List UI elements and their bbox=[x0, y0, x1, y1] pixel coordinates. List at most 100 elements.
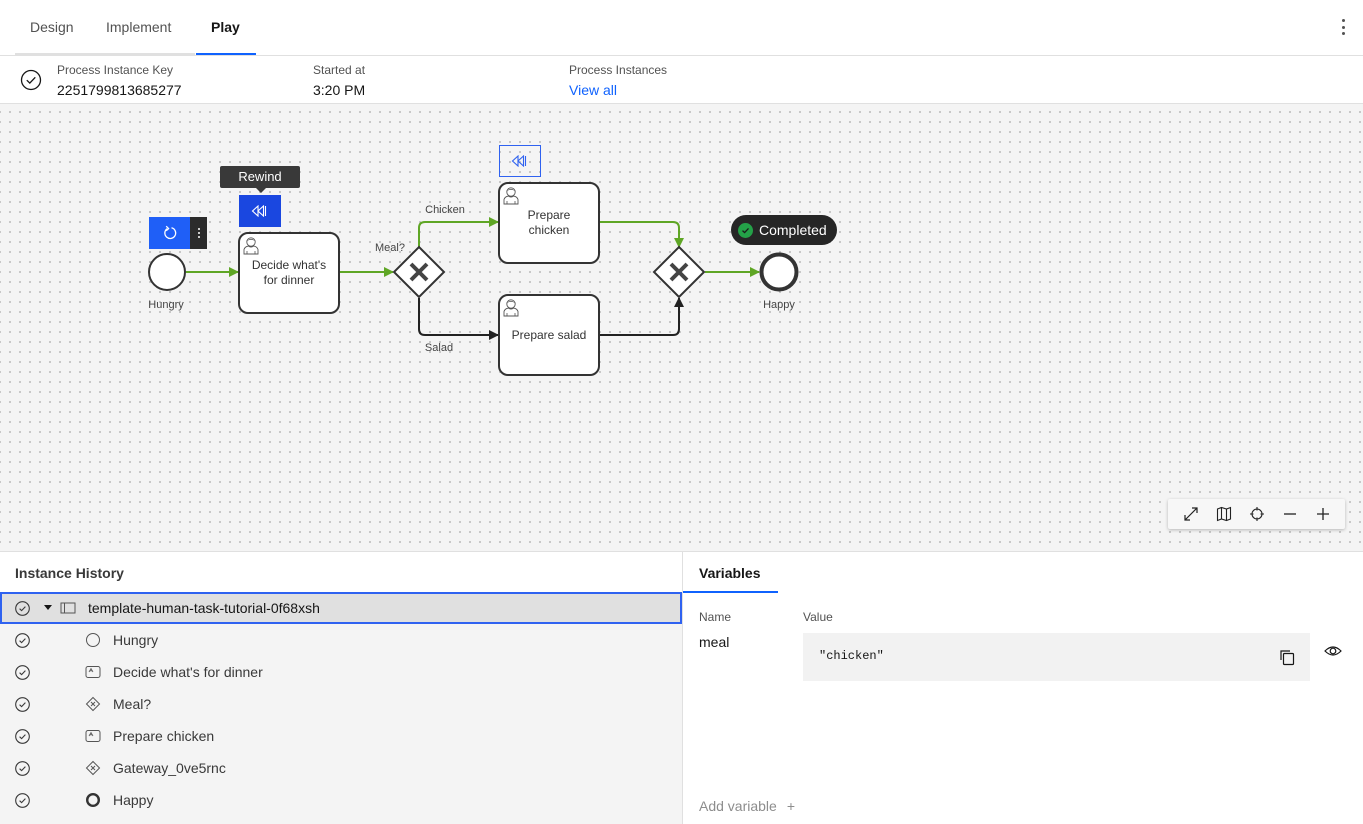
history-row[interactable]: Decide what's for dinner bbox=[0, 656, 682, 688]
rewind-tooltip: Rewind bbox=[220, 166, 300, 193]
process-instances-block: Process Instances View all bbox=[569, 62, 667, 100]
variables-name-header: Name bbox=[699, 610, 732, 624]
check-circle-filled-icon bbox=[738, 222, 753, 238]
top-tabs: Design Implement Play bbox=[0, 0, 1363, 56]
zoom-out-icon[interactable] bbox=[1278, 502, 1302, 526]
fit-screen-icon[interactable] bbox=[1179, 502, 1203, 526]
end-event[interactable]: Happy bbox=[759, 252, 799, 312]
rewind-icon bbox=[511, 155, 527, 167]
history-row[interactable]: Meal? bbox=[0, 688, 682, 720]
gateway-meal-label: Meal? bbox=[375, 242, 405, 254]
started-at-label: Started at bbox=[313, 63, 366, 77]
zoom-in-icon[interactable] bbox=[1311, 502, 1335, 526]
task-prepare-salad[interactable]: Prepare salad bbox=[498, 294, 600, 376]
canvas-zoom-controls bbox=[1168, 499, 1345, 529]
instance-key-label: Process Instance Key bbox=[57, 63, 174, 77]
check-circle-icon bbox=[15, 697, 30, 712]
more-actions-icon[interactable] bbox=[190, 217, 207, 249]
rewind-button-task1[interactable] bbox=[239, 195, 281, 227]
instance-history-list: template-human-task-tutorial-0f68xsh Hung… bbox=[0, 592, 682, 816]
history-row-label: Happy bbox=[113, 792, 154, 808]
task-prepare-chicken[interactable]: Prepare chicken bbox=[498, 182, 600, 264]
task-decide[interactable]: Decide what's for dinner bbox=[238, 232, 340, 314]
check-circle-icon bbox=[15, 601, 30, 616]
view-all-link[interactable]: View all bbox=[569, 80, 667, 100]
history-row[interactable]: Happy bbox=[0, 784, 682, 816]
flow-chicken-to-join bbox=[600, 221, 684, 248]
center-icon[interactable] bbox=[1245, 502, 1269, 526]
gateway-meal[interactable]: Meal? bbox=[375, 242, 446, 299]
tab-variables[interactable]: Variables bbox=[683, 552, 778, 593]
variable-value-text: "chicken" bbox=[819, 649, 884, 663]
check-circle-icon bbox=[20, 69, 42, 91]
tab-design[interactable]: Design bbox=[15, 0, 91, 55]
variables-panel: Variables Name Value meal "chicken" Add … bbox=[682, 551, 1363, 824]
caret-down-icon[interactable] bbox=[44, 605, 52, 610]
instance-info-bar: Process Instance Key 2251799813685277 St… bbox=[0, 56, 1363, 104]
copy-icon[interactable] bbox=[1278, 648, 1296, 666]
history-row-label: Prepare chicken bbox=[113, 728, 215, 744]
task-decide-label-line2: for dinner bbox=[264, 273, 315, 287]
task-chicken-label-line1: Prepare bbox=[528, 208, 571, 222]
user-task-icon bbox=[85, 666, 101, 678]
bpmn-canvas[interactable]: Hungry Decide what's for dinner Meal? Ch… bbox=[0, 104, 1363, 551]
history-row-label: Meal? bbox=[113, 696, 152, 712]
process-icon bbox=[60, 602, 76, 614]
history-row-label: Gateway_0ve5rnc bbox=[113, 760, 226, 776]
process-instances-label: Process Instances bbox=[569, 63, 668, 77]
history-row[interactable]: Gateway_0ve5rnc bbox=[0, 752, 682, 784]
view-icon[interactable] bbox=[1324, 643, 1342, 659]
flow-salad-label: Salad bbox=[425, 342, 453, 354]
gateway-icon bbox=[85, 696, 101, 712]
retry-button[interactable] bbox=[149, 217, 190, 249]
flow-chicken bbox=[418, 217, 499, 247]
start-event[interactable]: Hungry bbox=[148, 253, 186, 311]
flow-chicken-label: Chicken bbox=[425, 204, 465, 216]
add-variable-label: Add variable bbox=[699, 798, 777, 814]
overflow-menu-icon[interactable] bbox=[1337, 16, 1349, 38]
history-row-label: template-human-task-tutorial-0f68xsh bbox=[88, 600, 320, 616]
check-circle-icon bbox=[15, 665, 30, 680]
plus-icon: + bbox=[786, 798, 796, 814]
start-event-label: Hungry bbox=[148, 299, 184, 311]
instance-history-title: Instance History bbox=[0, 552, 682, 592]
variables-value-header: Value bbox=[803, 610, 833, 624]
gateway-icon bbox=[85, 760, 101, 776]
gateway-join[interactable] bbox=[652, 245, 706, 299]
task-chicken-label-line2: chicken bbox=[529, 223, 570, 237]
add-variable-button[interactable]: Add variable + bbox=[699, 798, 795, 814]
history-row-label: Decide what's for dinner bbox=[113, 664, 263, 680]
task-salad-label: Prepare salad bbox=[512, 328, 587, 342]
tab-play[interactable]: Play bbox=[196, 0, 256, 55]
history-row-process[interactable]: template-human-task-tutorial-0f68xsh bbox=[0, 592, 682, 624]
rewind-button-task2[interactable] bbox=[499, 145, 541, 177]
check-circle-icon bbox=[15, 729, 30, 744]
history-row-label: Hungry bbox=[113, 632, 159, 648]
check-circle-icon bbox=[15, 793, 30, 808]
variable-name: meal bbox=[699, 634, 730, 650]
completed-badge: Completed bbox=[731, 215, 837, 245]
check-circle-icon bbox=[15, 761, 30, 776]
start-event-actions bbox=[149, 217, 207, 249]
end-event-label: Happy bbox=[763, 299, 795, 311]
started-at-block: Started at 3:20 PM bbox=[313, 62, 365, 100]
minimap-icon[interactable] bbox=[1212, 502, 1236, 526]
tab-implement[interactable]: Implement bbox=[91, 0, 195, 55]
end-event-icon bbox=[85, 792, 101, 808]
bpmn-diagram: Hungry Decide what's for dinner Meal? Ch… bbox=[148, 182, 799, 376]
user-task-icon bbox=[85, 730, 101, 742]
task-decide-label-line1: Decide what's bbox=[252, 258, 326, 272]
flow-salad-to-join bbox=[600, 297, 684, 336]
history-row[interactable]: Prepare chicken bbox=[0, 720, 682, 752]
rewind-icon bbox=[251, 205, 267, 217]
instance-key-value: 2251799813685277 bbox=[57, 82, 182, 98]
history-row[interactable]: Hungry bbox=[0, 624, 682, 656]
variable-value: "chicken" bbox=[803, 633, 1310, 681]
check-circle-icon bbox=[15, 633, 30, 648]
completed-badge-label: Completed bbox=[759, 222, 827, 238]
instance-key-block: Process Instance Key 2251799813685277 bbox=[57, 62, 182, 100]
restart-icon bbox=[163, 225, 176, 240]
flow-salad bbox=[418, 298, 499, 340]
started-at-value: 3:20 PM bbox=[313, 82, 366, 98]
start-event-icon bbox=[86, 633, 100, 647]
